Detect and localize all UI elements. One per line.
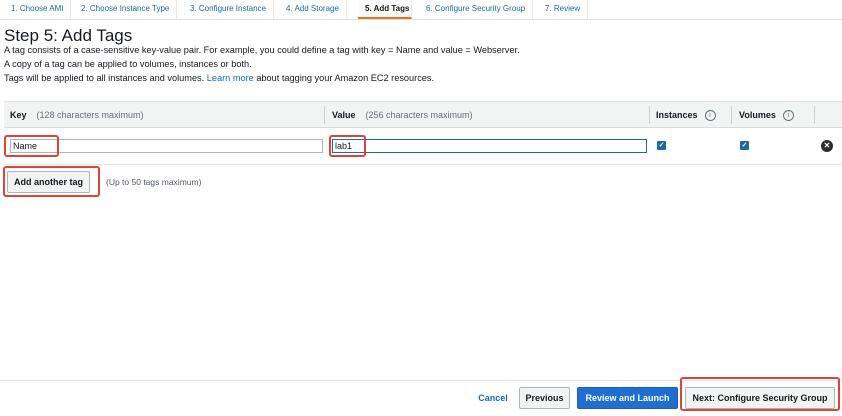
column-divider: [324, 106, 325, 124]
info-icon[interactable]: i: [704, 110, 716, 122]
column-divider: [731, 106, 732, 124]
cancel-button[interactable]: Cancel: [470, 387, 516, 409]
column-divider: [814, 106, 815, 124]
volumes-header-label: Volumes: [739, 110, 776, 120]
step-add-storage[interactable]: 4. Add Storage: [279, 0, 347, 19]
step-choose-instance-type[interactable]: 2. Choose Instance Type: [74, 0, 178, 19]
instances-column-header: Instances i: [656, 102, 716, 128]
review-and-launch-button[interactable]: Review and Launch: [577, 387, 678, 409]
value-header-hint: (256 characters maximum): [365, 110, 473, 120]
value-header-label: Value: [332, 110, 356, 120]
key-input-highlight: [4, 135, 59, 157]
value-input-highlight: [329, 135, 366, 157]
tag-limit-note: (Up to 50 tags maximum): [106, 177, 202, 187]
previous-button[interactable]: Previous: [519, 387, 570, 409]
description-line-2: A copy of a tag can be applied to volume…: [4, 59, 252, 69]
key-column-header: Key (128 characters maximum): [10, 102, 144, 128]
info-icon[interactable]: i: [782, 110, 794, 122]
value-column-header: Value (256 characters maximum): [332, 102, 473, 128]
wizard-steps: 1. Choose AMI 2. Choose Instance Type 3.…: [0, 0, 842, 20]
add-tag-highlight: [3, 166, 100, 197]
remove-tag-icon[interactable]: ✕: [821, 140, 833, 152]
column-divider: [649, 106, 650, 124]
tag-row: ✓ ✓ ✕: [4, 128, 842, 165]
volumes-checkbox[interactable]: ✓: [740, 141, 749, 150]
description-line-3-text: Tags will be applied to all instances an…: [4, 73, 205, 83]
step-choose-ami[interactable]: 1. Choose AMI: [4, 0, 72, 19]
page-title: Step 5: Add Tags: [4, 26, 133, 45]
step-configure-instance[interactable]: 3. Configure Instance: [183, 0, 275, 19]
learn-more-link[interactable]: Learn more: [207, 73, 254, 83]
key-header-hint: (128 characters maximum): [36, 110, 144, 120]
volumes-column-header: Volumes i: [739, 102, 794, 128]
step-review[interactable]: 7. Review: [538, 0, 589, 19]
instances-header-label: Instances: [656, 110, 698, 120]
next-button-highlight: [680, 377, 840, 411]
instances-checkbox[interactable]: ✓: [657, 141, 666, 150]
step-add-tags[interactable]: 5. Add Tags: [358, 0, 412, 19]
key-header-label: Key: [10, 110, 27, 120]
description-line-3-suffix: about tagging your Amazon EC2 resources.: [256, 73, 435, 83]
description-line-1: A tag consists of a case-sensitive key-v…: [4, 45, 520, 55]
description-line-3: Tags will be applied to all instances an…: [4, 73, 434, 83]
tag-table-header: Key (128 characters maximum) Value (256 ch…: [4, 101, 842, 128]
step-configure-security-group[interactable]: 6. Configure Security Group: [419, 0, 534, 19]
tag-value-input[interactable]: [332, 139, 647, 153]
